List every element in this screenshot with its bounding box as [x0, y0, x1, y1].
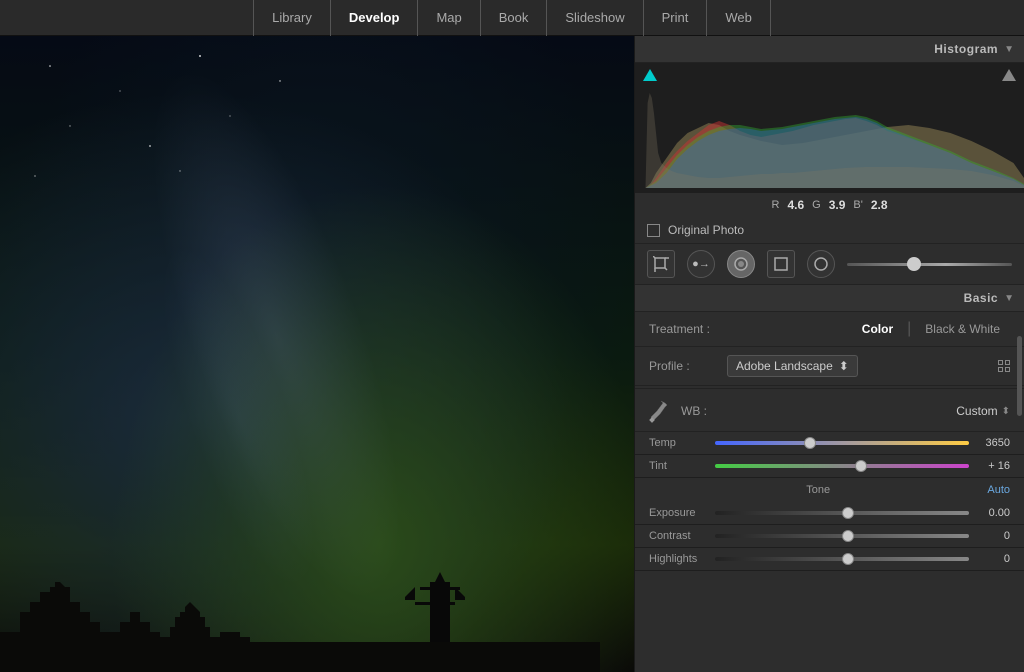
linear-grad-tool[interactable]: [767, 250, 795, 278]
rgb-values-row: R 4.6 G 3.9 B' 2.8: [635, 193, 1024, 217]
wb-value: Custom ⬍: [956, 404, 1010, 418]
temp-slider-row: Temp 3650: [635, 432, 1024, 455]
g-value: 3.9: [829, 198, 846, 212]
histogram-title: Histogram: [645, 42, 998, 56]
nav-web[interactable]: Web: [707, 0, 771, 36]
treatment-bw-btn[interactable]: Black & White: [915, 320, 1010, 338]
silhouette-svg: [0, 552, 600, 672]
temp-thumb[interactable]: [804, 437, 816, 449]
wb-row: WB : Custom ⬍: [635, 391, 1024, 432]
nav-print[interactable]: Print: [644, 0, 708, 36]
exposure-track: [715, 511, 969, 515]
profile-dropdown[interactable]: Adobe Landscape ⬍: [727, 355, 858, 377]
tone-header: Tone Auto: [635, 478, 1024, 502]
histogram-section: Histogram ▼: [635, 36, 1024, 217]
treatment-label: Treatment :: [649, 322, 719, 336]
photo-canvas: [0, 36, 634, 672]
tint-track: [715, 464, 969, 468]
photo-image: [0, 36, 634, 672]
b-value: 2.8: [871, 198, 888, 212]
tint-slider-row: Tint + 16: [635, 455, 1024, 478]
wb-label: WB :: [681, 404, 707, 418]
crop-tool[interactable]: [647, 250, 675, 278]
treatment-options: Color | Black & White: [852, 320, 1010, 338]
profile-arrows-icon: ⬍: [839, 359, 849, 373]
histogram-canvas: [635, 63, 1024, 193]
highlights-track: [715, 557, 969, 561]
temp-label: Temp: [649, 437, 709, 449]
basic-title: Basic: [645, 291, 998, 305]
histogram-header: Histogram ▼: [635, 36, 1024, 63]
highlight-clip-indicator-right[interactable]: [1002, 69, 1016, 81]
stars-overlay: [0, 36, 300, 186]
treatment-color-btn[interactable]: Color: [852, 320, 903, 338]
treatment-row: Treatment : Color | Black & White: [635, 312, 1024, 347]
adjustment-brush-tool[interactable]: [807, 250, 835, 278]
original-photo-label: Original Photo: [668, 223, 744, 237]
highlights-slider-row: Highlights 0: [635, 548, 1024, 571]
top-navigation: Library Develop Map Book Slideshow Print…: [0, 0, 1024, 36]
exposure-thumb[interactable]: [842, 507, 854, 519]
tint-value: + 16: [975, 460, 1010, 472]
contrast-track: [715, 534, 969, 538]
exposure-value: 0.00: [975, 507, 1010, 519]
exposure-slider-row: Exposure 0.00: [635, 502, 1024, 525]
histogram-graph: [635, 63, 1024, 193]
g-label: G: [812, 199, 821, 211]
basic-header: Basic ▼: [635, 285, 1024, 312]
contrast-slider-row: Contrast 0: [635, 525, 1024, 548]
profile-value: Adobe Landscape: [736, 359, 833, 373]
contrast-thumb[interactable]: [842, 530, 854, 542]
heal-tool[interactable]: ●→: [687, 250, 715, 278]
right-panel: Histogram ▼: [634, 36, 1024, 672]
contrast-label: Contrast: [649, 530, 709, 542]
nav-book[interactable]: Book: [481, 0, 548, 36]
r-label: R: [771, 199, 779, 211]
original-photo-checkbox[interactable]: [647, 224, 660, 237]
profile-label: Profile :: [649, 359, 719, 373]
r-value: 4.6: [787, 198, 804, 212]
zoom-slider-container: [847, 263, 1012, 266]
nav-develop[interactable]: Develop: [331, 0, 419, 36]
highlights-thumb[interactable]: [842, 553, 854, 565]
nav-slideshow[interactable]: Slideshow: [547, 0, 643, 36]
main-layout: Histogram ▼: [0, 36, 1024, 672]
histogram-collapse-icon[interactable]: ▼: [1004, 44, 1014, 55]
zoom-slider[interactable]: [847, 263, 1012, 266]
wb-dropper-icon[interactable]: [649, 399, 669, 423]
nav-library[interactable]: Library: [253, 0, 331, 36]
contrast-value: 0: [975, 530, 1010, 542]
b-label: B': [853, 199, 862, 211]
temp-track: [715, 441, 969, 445]
tools-row: ●→: [635, 244, 1024, 285]
original-photo-row: Original Photo: [635, 217, 1024, 244]
wb-dropdown-arrows[interactable]: ⬍: [1002, 406, 1010, 417]
highlights-label: Highlights: [649, 553, 709, 565]
nav-map[interactable]: Map: [418, 0, 480, 36]
radial-filter-tool[interactable]: [727, 250, 755, 278]
tone-label: Tone: [649, 484, 987, 496]
exposure-label: Exposure: [649, 507, 709, 519]
basic-collapse-icon[interactable]: ▼: [1004, 293, 1014, 304]
photo-panel: [0, 36, 634, 672]
tint-thumb[interactable]: [855, 460, 867, 472]
highlight-clip-indicator-left[interactable]: [643, 69, 657, 81]
basic-section: Basic ▼ Treatment : Color | Black & Whit…: [635, 285, 1024, 672]
tone-auto-btn[interactable]: Auto: [987, 484, 1010, 496]
wb-value-text: Custom: [956, 404, 997, 418]
profile-row: Profile : Adobe Landscape ⬍: [635, 347, 1024, 386]
profile-grid-icon[interactable]: [998, 360, 1010, 372]
scroll-bar[interactable]: [1017, 336, 1022, 416]
temp-value: 3650: [975, 437, 1010, 449]
tint-label: Tint: [649, 460, 709, 472]
highlights-value: 0: [975, 553, 1010, 565]
